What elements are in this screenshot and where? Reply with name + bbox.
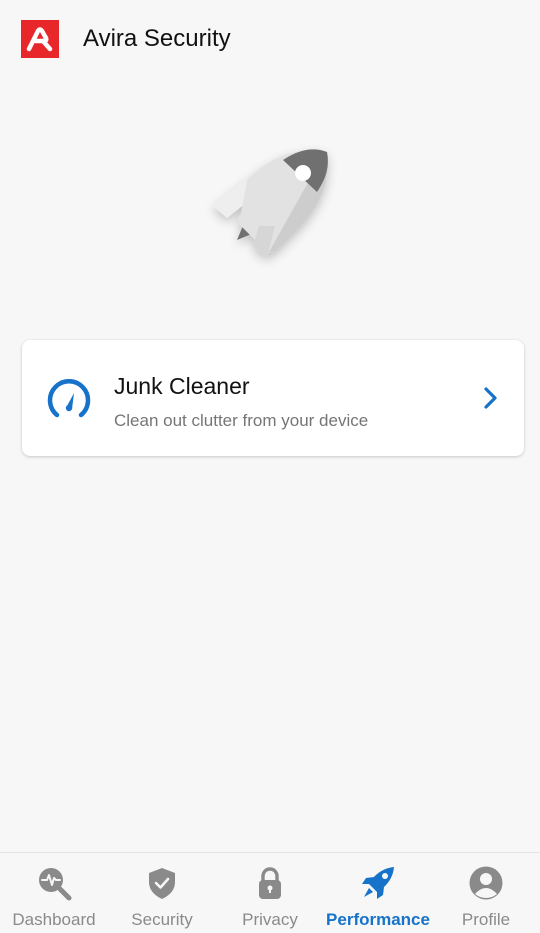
person-icon	[468, 865, 504, 901]
nav-label-security: Security	[131, 910, 193, 929]
speedometer-icon	[44, 375, 94, 425]
bottom-navigation: Dashboard Security Privacy Performance P…	[0, 852, 540, 933]
nav-label-dashboard: Dashboard	[12, 910, 96, 929]
nav-item-profile[interactable]: Profile	[432, 853, 540, 933]
rocket-illustration	[195, 130, 345, 280]
app-header: Avira Security	[0, 0, 540, 80]
card-title: Junk Cleaner	[114, 373, 250, 399]
nav-item-privacy[interactable]: Privacy	[216, 853, 324, 933]
nav-label-privacy: Privacy	[242, 910, 298, 929]
app-title: Avira Security	[83, 25, 231, 52]
nav-item-security[interactable]: Security	[108, 853, 216, 933]
dashboard-icon	[36, 865, 72, 901]
rocket-icon	[360, 865, 396, 901]
avira-logo-icon	[21, 20, 59, 58]
nav-label-performance: Performance	[326, 910, 430, 929]
junk-cleaner-card[interactable]: Junk Cleaner Clean out clutter from your…	[22, 340, 524, 456]
shield-check-icon	[144, 865, 180, 901]
nav-label-profile: Profile	[461, 910, 511, 929]
chevron-right-icon[interactable]	[478, 384, 502, 412]
nav-item-performance[interactable]: Performance	[324, 853, 432, 933]
card-subtitle: Clean out clutter from your device	[114, 411, 369, 430]
nav-item-dashboard[interactable]: Dashboard	[0, 853, 108, 933]
lock-icon	[252, 865, 288, 901]
